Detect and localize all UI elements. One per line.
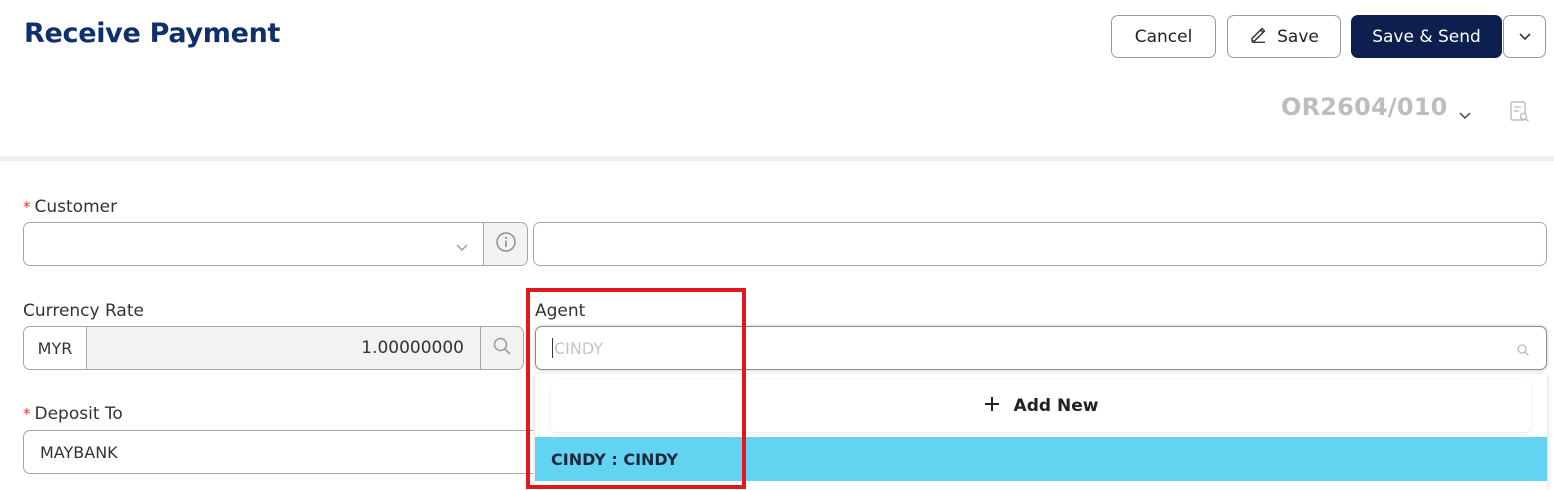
customer-label-text: Customer <box>34 197 118 217</box>
currency-code-value: MYR <box>37 338 73 358</box>
currency-rate-value: 1.00000000 <box>361 338 464 358</box>
plus-icon <box>984 396 1000 417</box>
customer-select[interactable] <box>23 222 484 266</box>
save-button-label: Save <box>1277 26 1319 47</box>
currency-search-button[interactable] <box>480 326 524 370</box>
agent-option-label: CINDY : CINDY <box>551 449 679 469</box>
header-divider <box>0 156 1554 161</box>
deposit-to-label-text: Deposit To <box>34 404 123 424</box>
cancel-button-label: Cancel <box>1134 26 1193 47</box>
save-button[interactable]: Save <box>1227 15 1341 58</box>
add-new-agent-button[interactable]: Add New <box>551 380 1531 432</box>
document-preview-icon[interactable] <box>1509 100 1531 128</box>
agent-dropdown: Add New CINDY : CINDY <box>535 374 1547 490</box>
search-icon <box>492 336 512 360</box>
more-options-button[interactable] <box>1503 15 1546 58</box>
agent-search-input[interactable]: CINDY <box>535 326 1547 370</box>
agent-label: Agent <box>535 301 586 321</box>
chevron-down-icon <box>1518 27 1532 47</box>
info-icon <box>495 231 517 257</box>
text-caret <box>552 338 553 358</box>
customer-label: * Customer <box>23 197 117 217</box>
save-and-send-button[interactable]: Save & Send <box>1351 15 1502 58</box>
search-icon <box>1516 342 1530 361</box>
customer-name-field[interactable] <box>533 222 1547 266</box>
currency-code: MYR <box>23 326 87 370</box>
save-and-send-label: Save & Send <box>1372 26 1481 47</box>
required-marker: * <box>23 198 31 216</box>
currency-rate-label: Currency Rate <box>23 301 144 321</box>
deposit-to-label: * Deposit To <box>23 404 123 424</box>
agent-option[interactable]: CINDY : CINDY <box>535 437 1547 481</box>
customer-info-button[interactable] <box>483 222 528 266</box>
chevron-down-icon <box>455 238 469 257</box>
currency-rate-field[interactable]: 1.00000000 <box>86 326 481 370</box>
document-number-chevron-down-icon[interactable] <box>1458 106 1472 125</box>
add-new-label: Add New <box>1013 396 1099 416</box>
required-marker: * <box>23 405 31 423</box>
cancel-button[interactable]: Cancel <box>1111 15 1216 58</box>
pencil-icon <box>1249 25 1267 48</box>
page-title: Receive Payment <box>24 18 281 49</box>
deposit-to-select[interactable]: MAYBANK <box>23 430 533 474</box>
document-number: OR2604/010 <box>1281 93 1448 121</box>
agent-placeholder: CINDY <box>554 338 604 358</box>
deposit-to-value: MAYBANK <box>40 442 118 462</box>
